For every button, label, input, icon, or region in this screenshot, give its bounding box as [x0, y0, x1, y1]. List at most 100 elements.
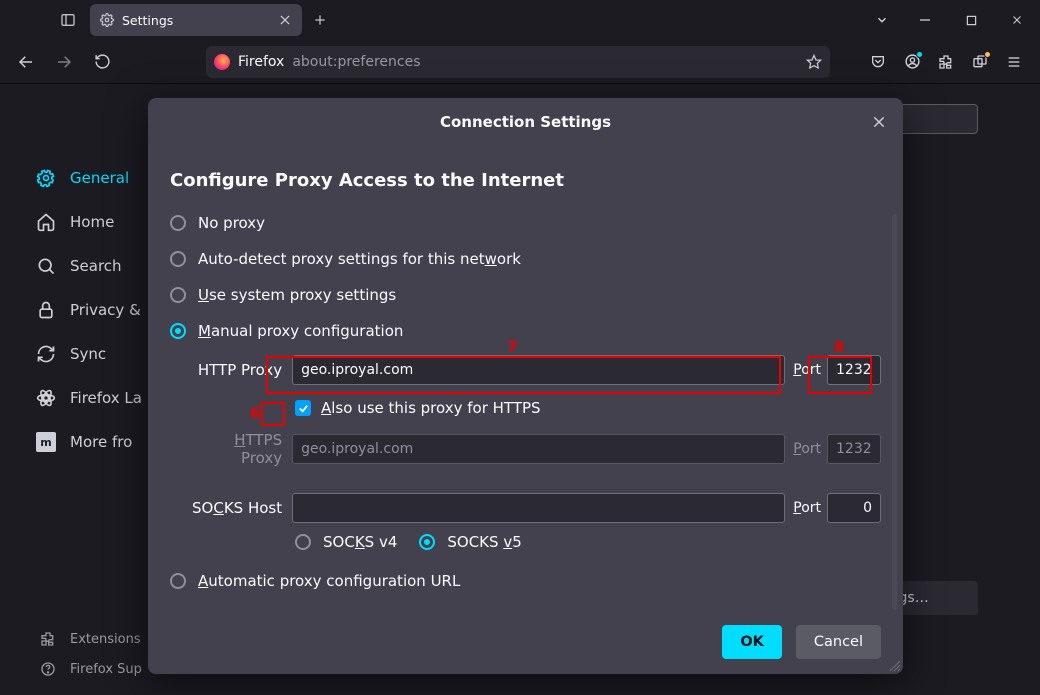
sidebar-link-extensions[interactable]: Extensions — [40, 631, 142, 647]
http-proxy-input[interactable] — [292, 355, 785, 385]
lock-icon — [36, 300, 56, 320]
cancel-button[interactable]: Cancel — [796, 625, 881, 659]
radio-icon — [170, 573, 186, 589]
recent-icon[interactable] — [60, 12, 76, 28]
radio-socks-v4[interactable]: SOCKS v4 — [295, 529, 397, 555]
sidebar-item-label: Home — [70, 213, 114, 231]
socks-host-input[interactable] — [292, 493, 785, 523]
sidebar-item-label: Extensions — [70, 632, 141, 647]
checkbox-label: Also use this proxy for HTTPS — [321, 399, 541, 417]
radio-icon — [295, 534, 311, 550]
https-port-label: Port — [785, 441, 827, 457]
scrollbar[interactable] — [892, 214, 897, 610]
toolbar: Firefox about:preferences — [0, 40, 1040, 84]
also-https-checkbox[interactable]: Also use this proxy for HTTPS — [170, 391, 881, 425]
radio-system-proxy[interactable]: Use system proxy settings — [170, 277, 881, 313]
labs-icon — [36, 388, 56, 408]
checkbox-icon — [295, 400, 311, 416]
extensions-icon[interactable] — [930, 46, 962, 78]
radio-auto-config-url[interactable]: Automatic proxy configuration URL — [170, 563, 881, 599]
https-proxy-row: HTTPS Proxy Port — [170, 431, 881, 467]
radio-icon — [170, 323, 186, 339]
dialog-title: Connection Settings — [440, 113, 611, 131]
radio-label: No proxy — [198, 214, 265, 232]
titlebar: Settings — [0, 0, 1040, 40]
radio-socks-v5[interactable]: SOCKS v5 — [419, 529, 521, 555]
sidebar-item-label: More fro — [70, 433, 132, 451]
radio-label: Automatic proxy configuration URL — [198, 572, 460, 590]
dialog-body: Configure Proxy Access to the Internet N… — [148, 146, 903, 610]
addr-path: about:preferences — [292, 54, 420, 70]
titlebar-left — [0, 12, 86, 28]
sidebar-item-label: Search — [70, 257, 122, 275]
http-port-label: Port — [785, 362, 827, 378]
pocket-icon[interactable] — [862, 46, 894, 78]
https-proxy-input — [292, 434, 785, 464]
https-port-input — [827, 434, 881, 464]
help-icon — [40, 661, 56, 677]
moz-icon: m — [36, 432, 56, 452]
close-icon[interactable] — [278, 13, 292, 27]
bookmark-star-icon[interactable] — [806, 54, 822, 70]
http-proxy-label: HTTP Proxy — [190, 361, 292, 379]
sidebar-item-label: Firefox Sup — [70, 662, 142, 677]
radio-icon — [170, 251, 186, 267]
sidebar-item-label: Firefox La — [70, 389, 142, 407]
radio-icon — [170, 215, 186, 231]
radio-label: SOCKS v4 — [323, 533, 397, 551]
radio-no-proxy[interactable]: No proxy — [170, 205, 881, 241]
socks-version-group: SOCKS v4 SOCKS v5 — [170, 529, 881, 555]
close-window-button[interactable] — [994, 0, 1040, 40]
sidebar-item-label: General — [70, 169, 129, 187]
http-proxy-row: HTTP Proxy Port — [170, 355, 881, 385]
radio-label: Manual proxy configuration — [198, 322, 403, 340]
radio-manual-proxy[interactable]: Manual proxy configuration — [170, 313, 881, 349]
radio-label: SOCKS v5 — [447, 533, 521, 551]
tab-title: Settings — [122, 13, 270, 28]
back-button[interactable] — [10, 46, 42, 78]
button-label: OK — [740, 634, 764, 650]
socks-host-label: SOCKS Host — [190, 499, 292, 517]
menu-button[interactable] — [998, 46, 1030, 78]
notification-dot — [916, 51, 923, 58]
tab-settings[interactable]: Settings — [90, 4, 302, 36]
gear-icon — [100, 13, 114, 27]
https-proxy-label: HTTPS Proxy — [190, 431, 292, 467]
sidebar-item-label: Sync — [70, 345, 106, 363]
new-tab-button[interactable] — [306, 6, 334, 34]
resize-grip-icon[interactable] — [887, 658, 901, 672]
connection-settings-dialog: Connection Settings Configure Proxy Acce… — [148, 98, 903, 674]
addr-domain: Firefox — [238, 54, 284, 70]
gear-icon — [36, 168, 56, 188]
socks-port-label: Port — [785, 500, 827, 516]
socks-port-input[interactable] — [827, 493, 881, 523]
dialog-close-button[interactable] — [865, 108, 893, 136]
overflow-icon[interactable] — [964, 46, 996, 78]
radio-auto-detect[interactable]: Auto-detect proxy settings for this netw… — [170, 241, 881, 277]
button-label: Cancel — [814, 634, 863, 650]
maximize-button[interactable] — [948, 0, 994, 40]
puzzle-icon — [40, 631, 56, 647]
ok-button[interactable]: OK — [722, 625, 782, 659]
sidebar-link-support[interactable]: Firefox Sup — [40, 661, 142, 677]
minimize-button[interactable] — [902, 0, 948, 40]
tabs-dropdown-button[interactable] — [862, 13, 902, 27]
radio-label: Use system proxy settings — [198, 286, 396, 304]
reload-button[interactable] — [86, 46, 118, 78]
dialog-header: Connection Settings — [148, 98, 903, 146]
search-icon — [36, 256, 56, 276]
radio-icon — [419, 534, 435, 550]
socks-host-row: SOCKS Host Port — [170, 493, 881, 523]
sync-icon — [36, 344, 56, 364]
window-controls — [902, 0, 1040, 40]
firefox-icon — [214, 54, 230, 70]
radio-icon — [170, 287, 186, 303]
sidebar-bottom: Extensions Firefox Sup — [40, 631, 142, 677]
sidebar-item-label: Privacy & — [70, 301, 141, 319]
radio-label: Auto-detect proxy settings for this netw… — [198, 250, 521, 268]
forward-button[interactable] — [48, 46, 80, 78]
address-bar[interactable]: Firefox about:preferences — [206, 46, 830, 78]
account-icon[interactable] — [896, 46, 928, 78]
notification-dot — [984, 51, 991, 58]
http-port-input[interactable] — [827, 355, 881, 385]
